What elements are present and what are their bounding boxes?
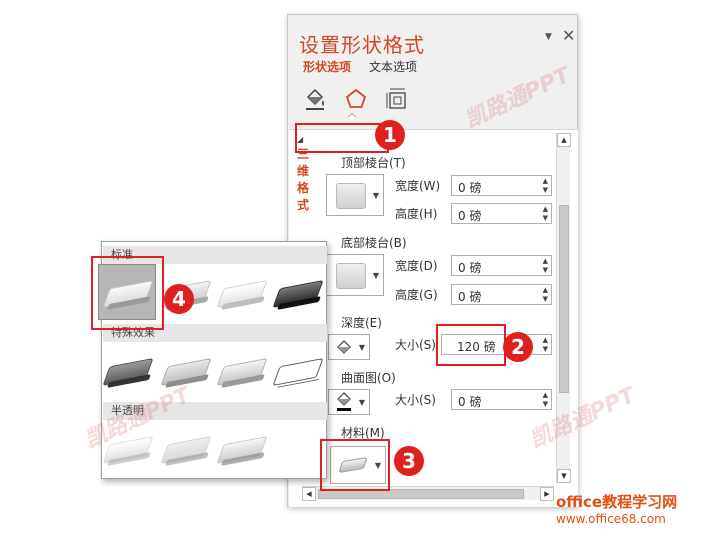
bevel-top-height-input[interactable]: 0 磅 ▲ ▼ bbox=[451, 203, 552, 224]
depth-size-label: 大小(S) bbox=[395, 338, 436, 352]
callout-badge-2: 2 bbox=[503, 332, 533, 362]
pane-options-icon[interactable]: ▼ bbox=[545, 32, 552, 42]
site-name: office教程学习网 bbox=[556, 493, 678, 511]
bevel-top-height-label: 高度(H) bbox=[395, 207, 438, 221]
bevel-bottom-height-label: 高度(G) bbox=[395, 288, 438, 302]
callout-badge-3: 3 bbox=[394, 446, 424, 476]
spin-arrows-icon[interactable]: ▲ ▼ bbox=[543, 336, 548, 354]
fill-line-icon[interactable] bbox=[303, 87, 327, 111]
material-plastic[interactable] bbox=[216, 270, 268, 316]
bevel-bottom-width-input[interactable]: 0 磅 ▲ ▼ bbox=[451, 255, 552, 276]
pane-title: 设置形状格式 bbox=[299, 33, 425, 57]
scroll-left-icon[interactable]: ◀ bbox=[302, 487, 316, 501]
contour-label: 曲面图(O) bbox=[341, 371, 396, 385]
callout-badge-1: 1 bbox=[375, 120, 405, 150]
spin-arrows-icon[interactable]: ▲ ▼ bbox=[543, 257, 548, 275]
chevron-down-icon: ▼ bbox=[358, 398, 365, 407]
paint-bucket-icon bbox=[337, 392, 351, 411]
scroll-up-icon[interactable]: ▲ bbox=[557, 133, 571, 147]
bevel-preview-icon bbox=[336, 263, 366, 289]
tab-shape-options[interactable]: 形状选项 bbox=[303, 58, 351, 75]
paint-bucket-icon bbox=[337, 340, 351, 354]
material-clear[interactable] bbox=[160, 426, 212, 472]
callout-highlight-depth-size bbox=[436, 324, 506, 366]
tab-text-options[interactable]: 文本选项 bbox=[369, 58, 417, 75]
chevron-down-icon: ▼ bbox=[372, 271, 379, 280]
scroll-right-icon[interactable]: ▶ bbox=[540, 487, 554, 501]
chevron-down-icon: ▼ bbox=[372, 191, 379, 200]
site-url: www.office68.com bbox=[556, 512, 666, 526]
depth-label: 深度(E) bbox=[341, 316, 382, 330]
contour-color-picker[interactable]: ▼ bbox=[328, 389, 370, 415]
callout-highlight-matte-material bbox=[91, 256, 164, 330]
bevel-top-picker[interactable]: ▼ bbox=[326, 174, 384, 216]
bevel-top-label: 顶部棱台(T) bbox=[341, 156, 406, 170]
callout-highlight-material bbox=[320, 439, 390, 491]
bevel-bottom-picker[interactable]: ▼ bbox=[326, 254, 384, 296]
material-wireframe[interactable] bbox=[272, 348, 324, 394]
scroll-thumb[interactable] bbox=[559, 205, 569, 393]
effects-icon[interactable] bbox=[344, 87, 368, 111]
spin-arrows-icon[interactable]: ▲ ▼ bbox=[543, 391, 548, 409]
selected-category-pointer bbox=[347, 112, 357, 122]
spin-arrows-icon[interactable]: ▲ ▼ bbox=[543, 177, 548, 195]
contour-size-input[interactable]: 0 磅 ▲ ▼ bbox=[451, 389, 552, 410]
section-title: 三维格式 bbox=[297, 147, 310, 212]
spin-arrows-icon[interactable]: ▲ ▼ bbox=[543, 286, 548, 304]
spin-arrows-icon[interactable]: ▲ ▼ bbox=[543, 205, 548, 223]
depth-color-picker[interactable]: ▼ bbox=[328, 334, 370, 360]
chevron-down-icon: ▼ bbox=[358, 343, 365, 352]
callout-badge-4: 4 bbox=[164, 284, 194, 314]
bevel-bottom-label: 底部棱台(B) bbox=[341, 236, 407, 250]
material-metal[interactable] bbox=[272, 270, 324, 316]
material-translucent-powder[interactable] bbox=[216, 426, 268, 472]
bevel-top-width-input[interactable]: 0 磅 ▲ ▼ bbox=[451, 175, 552, 196]
bevel-preview-icon bbox=[336, 183, 366, 209]
bevel-bottom-width-label: 宽度(D) bbox=[395, 259, 438, 273]
material-soft-edge[interactable] bbox=[216, 348, 268, 394]
size-properties-icon[interactable] bbox=[385, 87, 409, 111]
contour-size-label: 大小(S) bbox=[395, 393, 436, 407]
close-icon[interactable]: ✕ bbox=[562, 26, 575, 45]
material-dark-edge[interactable] bbox=[102, 348, 154, 394]
bevel-top-width-label: 宽度(W) bbox=[395, 179, 441, 193]
scroll-down-icon[interactable]: ▼ bbox=[557, 469, 571, 483]
bevel-bottom-height-input[interactable]: 0 磅 ▲ ▼ bbox=[451, 284, 552, 305]
